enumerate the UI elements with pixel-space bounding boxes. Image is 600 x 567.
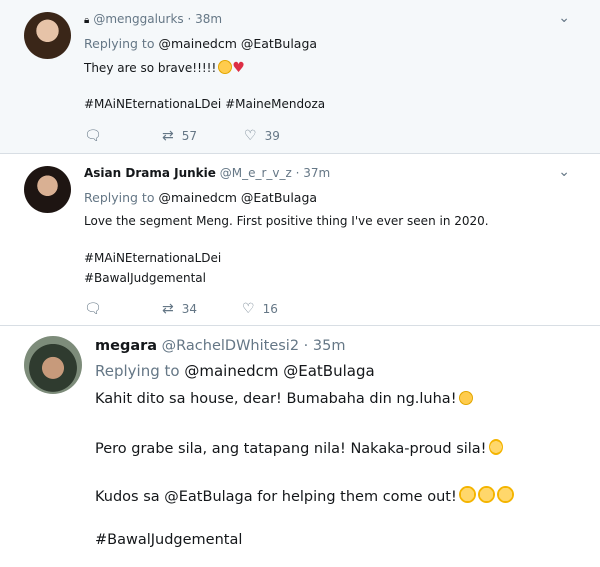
reply-icon: 🗨︎ <box>84 301 102 317</box>
chevron-down-icon[interactable]: ⌄ <box>558 10 570 26</box>
reply-button[interactable]: 🗨︎ <box>84 128 110 144</box>
mention-link[interactable]: @mainedcm <box>158 190 236 205</box>
display-name[interactable]: Asian Drama Junkie <box>84 166 216 180</box>
tweet-text: Kahit dito sa house, dear! Bumabaha din … <box>95 391 473 407</box>
retweet-count: 57 <box>181 129 198 143</box>
like-icon: ♡ <box>242 301 255 317</box>
crying-face-icon <box>458 391 473 405</box>
timestamp[interactable]: 37m <box>303 166 330 180</box>
retweet-icon: ⇄ <box>162 128 174 144</box>
avatar[interactable] <box>24 336 82 394</box>
lock-icon: 🔒︎ <box>84 15 90 26</box>
tweet-1[interactable]: 🔒︎ @menggalurks · 38m ⌄ Replying to @main… <box>0 0 600 153</box>
handle[interactable]: @M_e_r_v_z <box>220 166 292 180</box>
replying-to: Replying to @mainedcm @EatBulaga <box>84 36 318 51</box>
mention-link[interactable]: @EatBulaga <box>241 190 317 205</box>
like-icon: ♡ <box>244 128 257 144</box>
retweet-count: 34 <box>181 302 198 316</box>
avatar[interactable] <box>24 12 71 59</box>
mention-link[interactable]: @EatBulaga <box>283 362 374 380</box>
tweet-header: megara @RachelDWhitesi2 · 35m <box>95 338 346 354</box>
like-button[interactable]: ♡ 16 <box>242 301 278 317</box>
mention-link[interactable]: @mainedcm <box>184 362 278 380</box>
like-count: 39 <box>264 129 280 143</box>
replying-to: Replying to @mainedcm @EatBulaga <box>84 190 318 205</box>
handle[interactable]: @menggalurks <box>93 12 183 26</box>
tweet-text: Kudos sa @EatBulaga for helping them com… <box>95 486 514 505</box>
reply-icon: 🗨︎ <box>84 128 102 144</box>
tweet-header: 🔒︎ @menggalurks · 38m <box>84 12 223 26</box>
tweet-3[interactable]: megara @RachelDWhitesi2 · 35m Replying t… <box>0 325 600 567</box>
thumbs-up-icon <box>488 439 503 455</box>
crying-face-icon <box>218 60 233 74</box>
mention-link[interactable]: @mainedcm <box>158 36 236 51</box>
clapping-hands-icon <box>477 486 495 503</box>
clapping-hands-icon <box>458 486 476 503</box>
reply-button[interactable]: 🗨︎ <box>84 301 110 317</box>
retweet-icon: ⇄ <box>162 301 174 317</box>
retweet-button[interactable]: ⇄ 57 <box>162 128 197 144</box>
retweet-button[interactable]: ⇄ 34 <box>162 301 197 317</box>
tweet-text: Love the segment Meng. First positive th… <box>84 214 489 228</box>
tweet-2[interactable]: Asian Drama Junkie @M_e_r_v_z · 37m ⌄ Re… <box>0 153 600 325</box>
timestamp[interactable]: 38m <box>195 12 222 26</box>
replying-to: Replying to @mainedcm @EatBulaga <box>95 362 375 380</box>
like-button[interactable]: ♡ 39 <box>244 128 280 144</box>
chevron-down-icon[interactable]: ⌄ <box>558 164 570 180</box>
display-name[interactable]: megara <box>95 338 157 354</box>
hashtag[interactable]: #BawalJudgemental <box>84 271 206 285</box>
tweet-header: Asian Drama Junkie @M_e_r_v_z · 37m <box>84 166 331 180</box>
timestamp[interactable]: 35m <box>313 338 346 354</box>
handle[interactable]: @RachelDWhitesi2 <box>162 338 299 354</box>
like-count: 16 <box>262 302 278 316</box>
hashtag[interactable]: #MAiNEternationaLDei <box>84 251 221 265</box>
avatar[interactable] <box>24 166 71 213</box>
hashtag[interactable]: #BawalJudgemental <box>95 532 242 548</box>
heart-icon: ♥ <box>232 60 245 76</box>
tweet-text: They are so brave!!!!! ♥ <box>84 60 245 76</box>
tweet-text: Pero grabe sila, ang tatapang nila! Naka… <box>95 439 503 457</box>
clapping-hands-icon <box>496 486 514 503</box>
hashtags[interactable]: #MAiNEternationaLDei #MaineMendoza <box>84 97 325 111</box>
mention-link[interactable]: @EatBulaga <box>241 36 317 51</box>
